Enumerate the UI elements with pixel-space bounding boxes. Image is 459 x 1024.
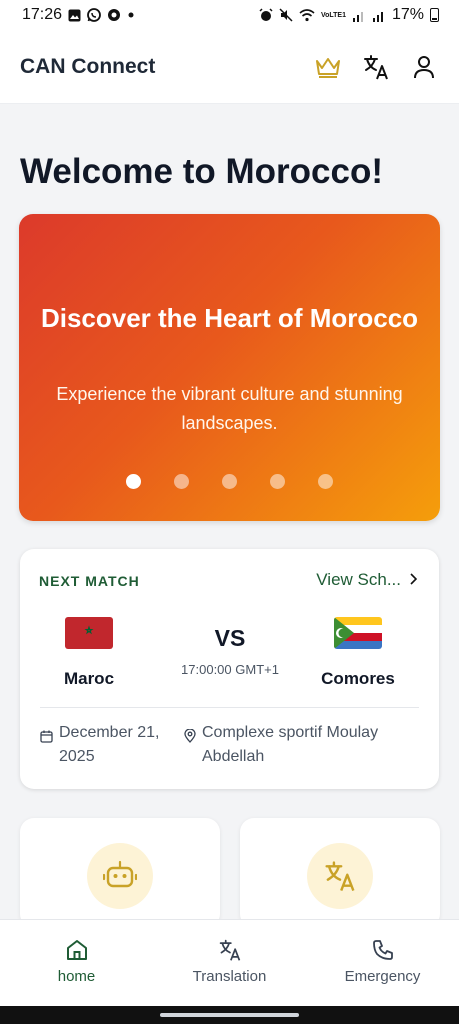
signal-icon	[372, 9, 386, 22]
system-gesture-bar	[0, 1006, 459, 1024]
away-team-name: Comores	[321, 669, 395, 688]
robot-icon	[87, 843, 153, 909]
match-venue: Complexe sportif Moulay Abdellah	[184, 721, 424, 769]
next-match-card: NEXT MATCH View Sch... Maroc VS 17:00:00…	[20, 549, 439, 789]
mute-icon	[279, 8, 293, 22]
away-team: Comores	[303, 617, 413, 689]
vs-block: VS 17:00:00 GMT+1	[155, 625, 305, 677]
match-date: December 21, 2025	[40, 721, 180, 769]
page-title: Welcome to Morocco!	[20, 152, 384, 191]
image-icon	[68, 9, 81, 22]
translation-tile[interactable]	[240, 818, 440, 928]
nav-item-home[interactable]: home	[0, 920, 153, 1006]
battery-percent: 17%	[391, 6, 424, 23]
vs-label: VS	[214, 625, 246, 651]
status-right: VoLTE1 17%	[259, 6, 439, 24]
home-indicator[interactable]	[160, 1013, 299, 1017]
nav-translation-label: Translation	[192, 968, 267, 985]
dot-icon	[127, 11, 135, 19]
morocco-flag-icon	[65, 617, 113, 649]
phone-icon	[371, 938, 395, 962]
wifi-icon	[299, 8, 315, 22]
translate-icon	[218, 938, 242, 962]
app-header: CAN Connect	[0, 30, 459, 104]
divider	[40, 707, 419, 708]
calendar-icon	[40, 727, 53, 769]
carousel-dot[interactable]	[126, 474, 141, 489]
header-actions	[313, 52, 439, 82]
assistant-tile[interactable]	[20, 818, 220, 928]
nav-item-translation[interactable]: Translation	[153, 920, 306, 1006]
carousel-dot[interactable]	[174, 474, 189, 489]
crown-icon[interactable]	[313, 52, 343, 82]
signal-icon	[352, 9, 366, 22]
comoros-flag-icon	[334, 617, 382, 649]
home-icon	[65, 938, 89, 962]
status-bar: 17:26 VoLTE1 17%	[0, 0, 459, 30]
user-icon[interactable]	[409, 52, 439, 82]
view-schedule-label: View Sch...	[316, 570, 401, 589]
carousel-dot[interactable]	[270, 474, 285, 489]
hero-subtitle: Experience the vibrant culture and stunn…	[56, 384, 403, 433]
home-team: Maroc	[34, 617, 144, 689]
nav-home-label: home	[57, 968, 96, 985]
status-time: 17:26	[22, 6, 63, 23]
match-date-text: December 21, 2025	[59, 724, 160, 765]
translate-icon	[307, 843, 373, 909]
view-schedule-link[interactable]: View Sch...	[316, 570, 418, 590]
translate-icon[interactable]	[361, 52, 391, 82]
hero-carousel[interactable]: Discover the Heart of Morocco Experience…	[19, 214, 440, 521]
kickoff-time: 17:00:00 GMT+1	[181, 662, 279, 677]
nav-item-emergency[interactable]: Emergency	[306, 920, 459, 1006]
volte-icon: VoLTE1	[320, 11, 346, 19]
match-venue-text: Complexe sportif Moulay Abdellah	[202, 724, 379, 765]
battery-icon	[430, 8, 439, 22]
location-pin-icon	[184, 727, 196, 769]
bottom-nav: home Translation Emergency	[0, 919, 459, 1006]
next-match-label: NEXT MATCH	[39, 573, 140, 589]
alarm-icon	[259, 8, 273, 22]
app-title: CAN Connect	[20, 54, 156, 78]
carousel-dot[interactable]	[318, 474, 333, 489]
status-left: 17:26	[22, 6, 135, 24]
carousel-dots	[19, 474, 440, 489]
chrome-icon	[107, 8, 121, 22]
carousel-dot[interactable]	[222, 474, 237, 489]
whatsapp-icon	[87, 8, 101, 22]
hero-title: Discover the Heart of Morocco	[40, 303, 419, 333]
home-team-name: Maroc	[63, 669, 115, 688]
chevron-right-icon	[409, 570, 418, 590]
nav-emergency-label: Emergency	[344, 968, 421, 985]
